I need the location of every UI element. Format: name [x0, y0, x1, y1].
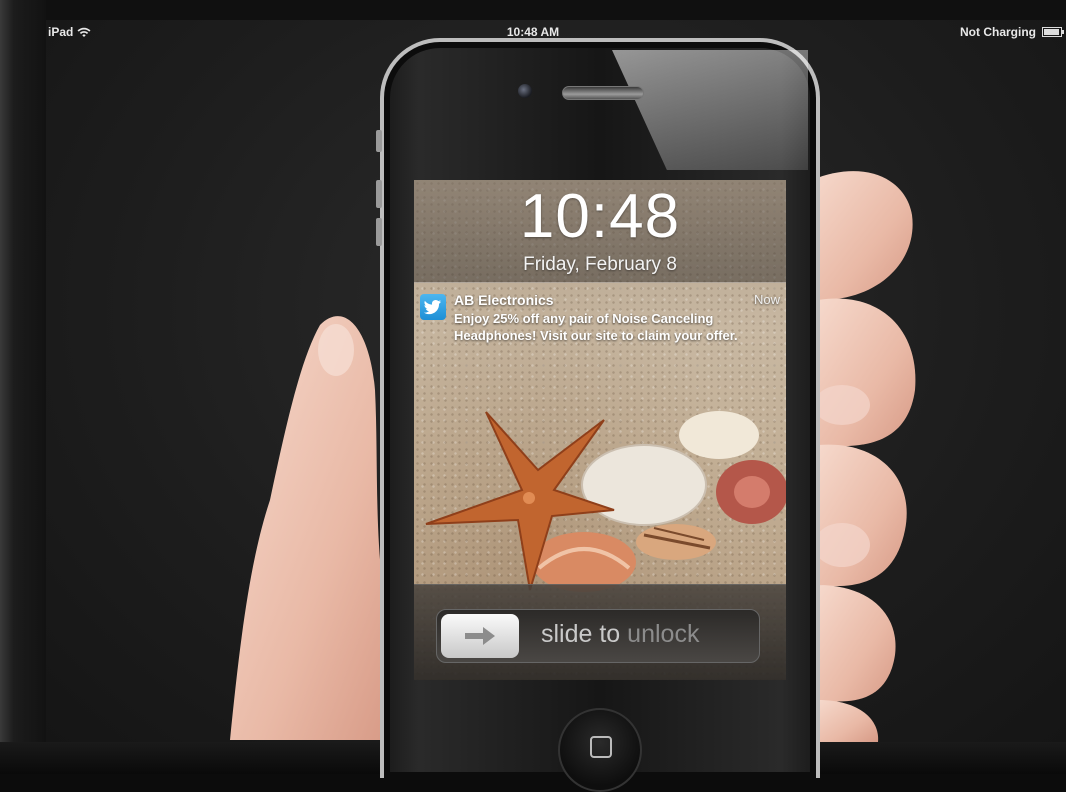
mute-switch[interactable]: [376, 130, 382, 152]
unlock-label: slide to unlock: [541, 620, 699, 649]
unlock-label-highlight: unlock: [627, 620, 700, 648]
lock-date: Friday, February 8: [523, 254, 677, 275]
status-time: 10:48 AM: [506, 25, 560, 39]
notification[interactable]: AB Electronics Now Enjoy 25% off any pai…: [414, 288, 786, 368]
unlock-slider-track[interactable]: slide to unlock: [436, 609, 760, 663]
unlock-bar: slide to unlock: [414, 584, 786, 680]
battery-status-text: Not Charging: [960, 25, 1036, 39]
speaker-grille: [562, 86, 644, 100]
right-arrow-icon: [465, 627, 495, 645]
notification-time: Now: [753, 292, 780, 307]
unlock-slider-knob[interactable]: [441, 614, 519, 658]
lock-time: 10:48: [519, 182, 681, 251]
twitter-bird-icon: [420, 294, 446, 320]
ipad-bezel: [0, 0, 46, 774]
battery-icon: [1042, 27, 1064, 37]
clock-bar: 10:48 Friday, February 8: [414, 180, 786, 283]
phone-glare: [612, 50, 808, 170]
home-button[interactable]: [558, 708, 642, 792]
lock-screen: 10:48 Friday, February 8 AB Electronics …: [414, 180, 786, 680]
camera-icon: [518, 84, 532, 98]
notification-body: Enjoy 25% off any pair of Noise Cancelin…: [454, 311, 738, 343]
volume-up-button[interactable]: [376, 180, 382, 208]
notification-title: AB Electronics: [454, 292, 554, 308]
volume-down-button[interactable]: [376, 218, 382, 246]
unlock-label-text: slide to: [541, 620, 628, 648]
